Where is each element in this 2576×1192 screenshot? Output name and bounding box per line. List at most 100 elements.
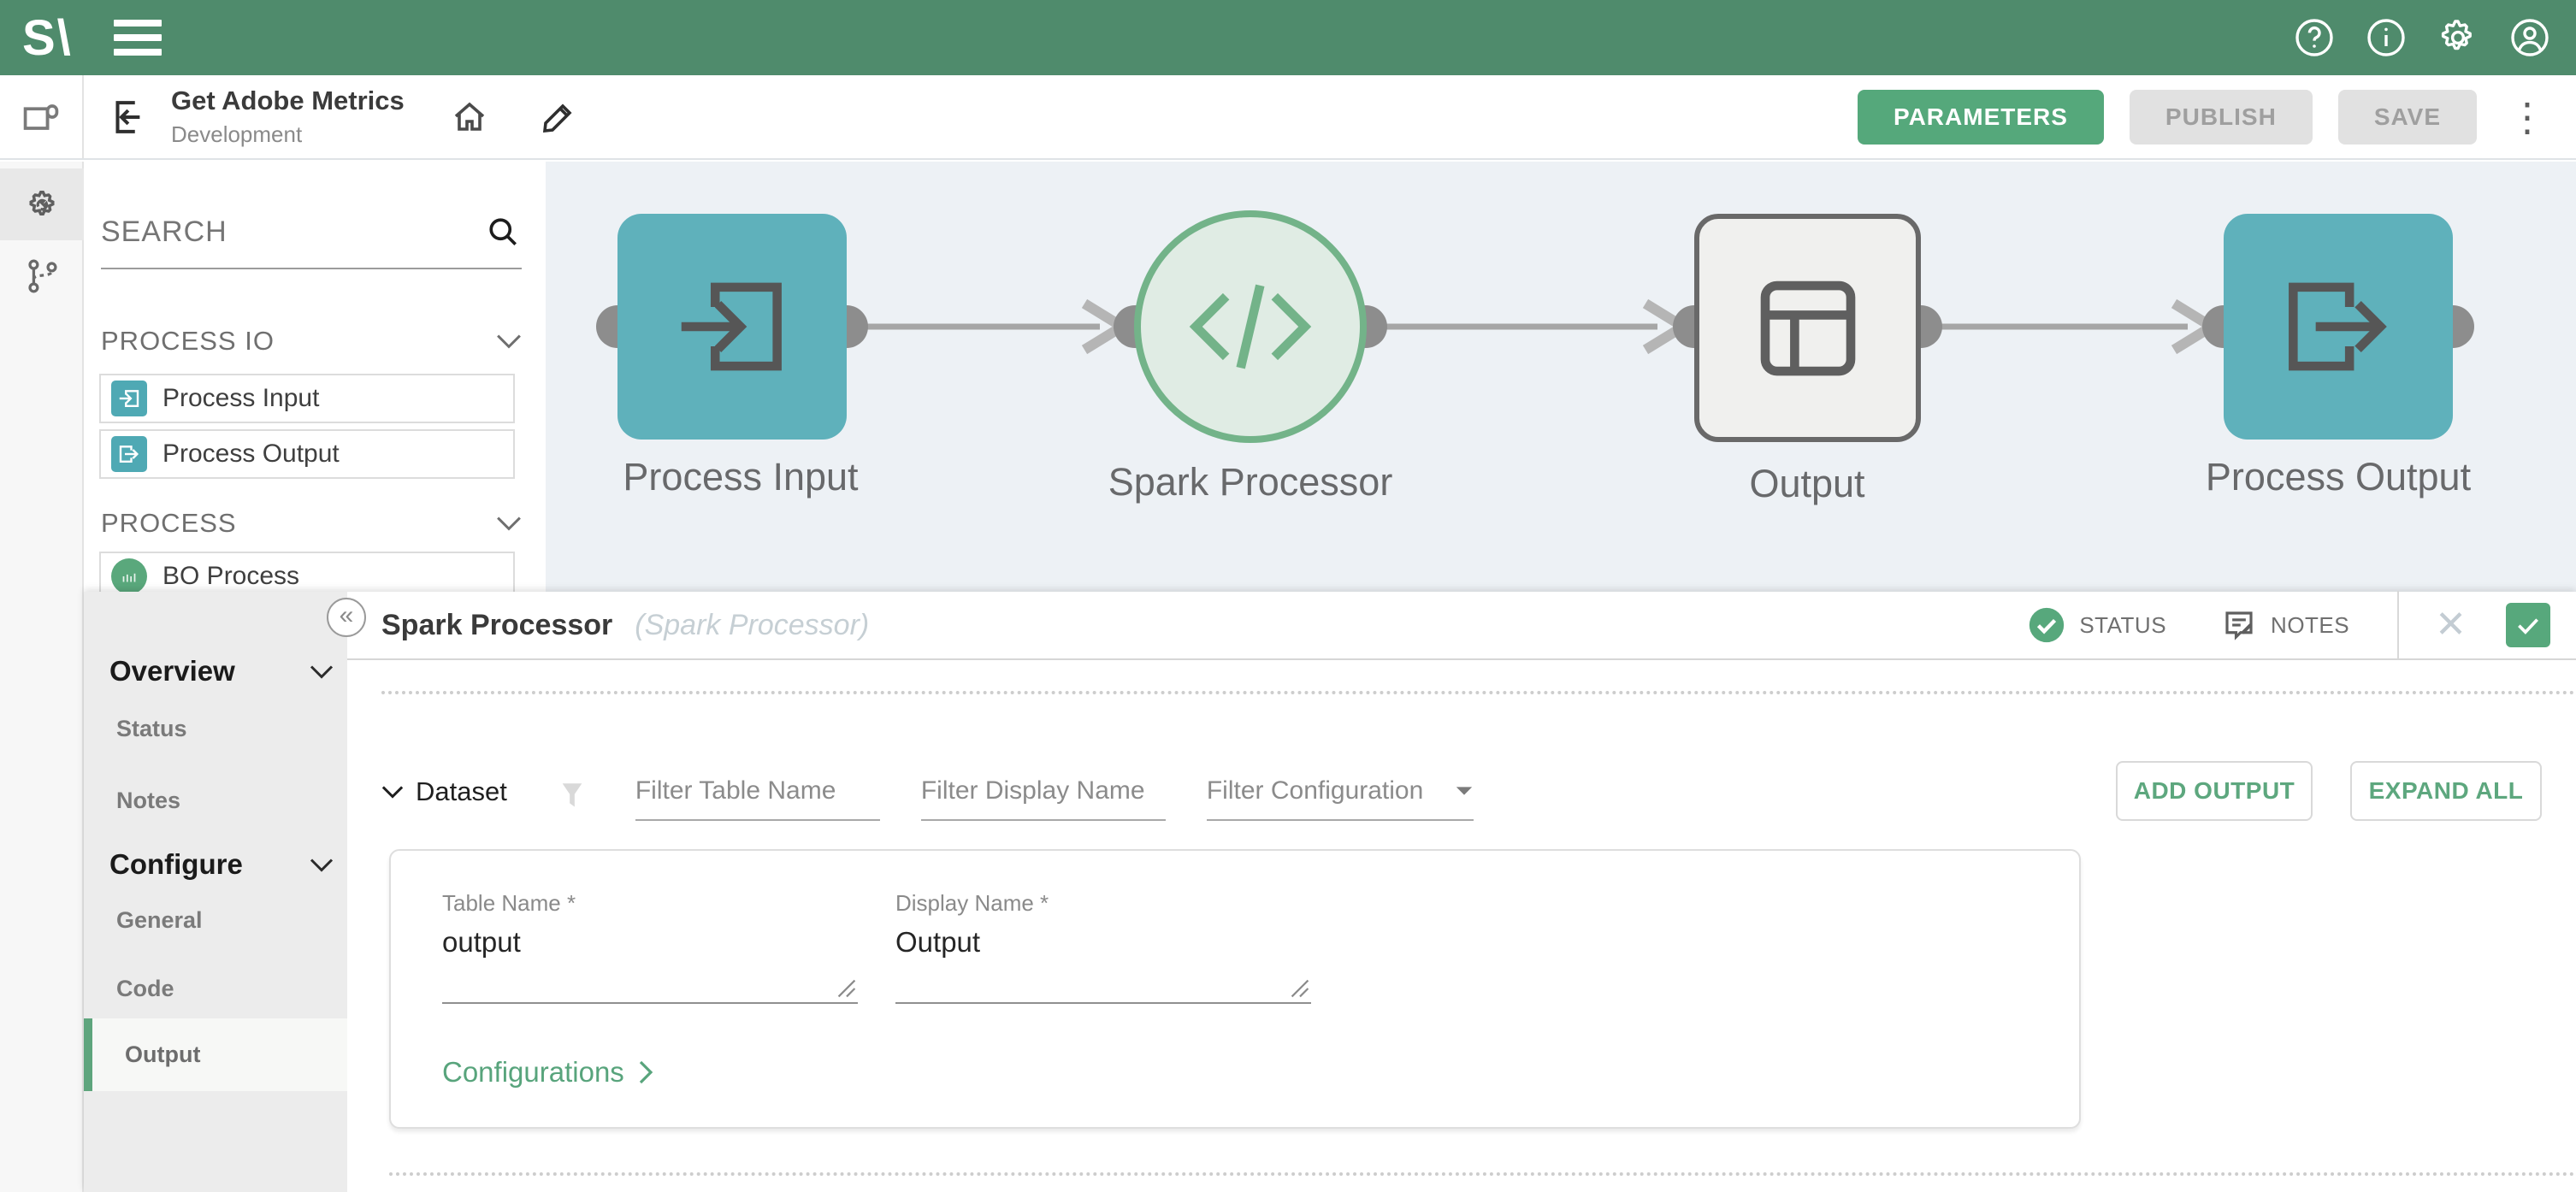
status-label: STATUS	[2079, 612, 2166, 639]
dataset-collapse-toggle[interactable]: Dataset	[381, 776, 507, 821]
dropdown-arrow-icon	[1455, 785, 1474, 797]
node-process-output[interactable]	[2224, 214, 2453, 440]
back-icon[interactable]	[106, 94, 152, 140]
filter-display-name-input[interactable]: Filter Display Name	[921, 776, 1166, 821]
configurations-link[interactable]: Configurations	[442, 1056, 653, 1089]
chevron-right-icon	[638, 1060, 653, 1084]
breadcrumb: Get Adobe Metrics Development	[106, 86, 579, 148]
stage-config-panel: Overview Status Notes Configure General …	[84, 592, 2576, 1192]
parameters-button[interactable]: PARAMETERS	[1858, 90, 2104, 145]
nav-label: Output	[125, 1042, 200, 1068]
topbar-actions	[2294, 17, 2550, 58]
account-icon[interactable]	[2509, 17, 2550, 58]
rail-header-cell	[0, 75, 84, 158]
header-divider	[2397, 591, 2399, 659]
table-name-label: Table Name *	[442, 890, 576, 917]
close-panel-icon[interactable]: ✕	[2435, 606, 2467, 644]
bo-process-icon	[111, 558, 147, 594]
nav-label: Configure	[109, 848, 243, 881]
palette-item-process-input[interactable]: Process Input	[99, 374, 515, 423]
node-process-input[interactable]	[617, 214, 847, 440]
node-label-process-output: Process Output	[2193, 454, 2484, 501]
config-panel-header: Spark Processor (Spark Processor) STATUS…	[347, 592, 2576, 660]
status-check-icon	[2028, 606, 2065, 644]
hamburger-menu-icon[interactable]	[114, 20, 162, 56]
rail-item-pipelines[interactable]	[0, 240, 84, 312]
nav-notes[interactable]: Notes	[116, 788, 180, 814]
pipeline-title: Get Adobe Metrics	[171, 86, 405, 116]
process-input-icon	[111, 381, 147, 416]
check-icon	[2514, 611, 2543, 640]
resize-grip-icon[interactable]	[1291, 979, 1309, 998]
palette-search-field[interactable]: SEARCH	[101, 213, 522, 269]
collapse-panel-icon[interactable]: «	[327, 598, 366, 637]
apply-check-button[interactable]	[2506, 603, 2550, 647]
palette-section-process[interactable]: PROCESS	[101, 508, 522, 539]
resize-grip-icon[interactable]	[837, 979, 856, 998]
palette-section-process-io[interactable]: PROCESS IO	[101, 326, 522, 357]
output-dataset-card: Table Name * output Display Name * Outpu…	[389, 849, 2081, 1129]
nav-code[interactable]: Code	[116, 976, 174, 1002]
palette-item-label: Process Output	[162, 440, 340, 469]
filter-table-name-input[interactable]: Filter Table Name	[635, 776, 880, 821]
scroll-icon[interactable]	[19, 95, 63, 139]
table-name-underline	[442, 1002, 858, 1004]
stage-type: (Spark Processor)	[635, 609, 869, 642]
table-name-value[interactable]: output	[442, 926, 521, 959]
edit-pencil-icon[interactable]	[538, 97, 579, 138]
nav-overview[interactable]: Overview	[109, 655, 334, 687]
node-output[interactable]	[1694, 214, 1921, 442]
node-label-process-input: Process Input	[595, 454, 886, 501]
filter-configuration-label: Filter Configuration	[1207, 776, 1423, 805]
chevron-down-icon	[496, 333, 522, 349]
config-panel-nav: Overview Status Notes Configure General …	[84, 592, 347, 1192]
home-icon[interactable]	[449, 97, 490, 138]
status-toggle[interactable]: STATUS	[2028, 606, 2166, 644]
nav-output-selected[interactable]: Output	[84, 1018, 347, 1091]
help-icon[interactable]	[2294, 17, 2335, 58]
filter-configuration-select[interactable]: Filter Configuration	[1207, 776, 1474, 821]
display-name-value[interactable]: Output	[895, 926, 980, 959]
rail-item-process-designer[interactable]	[0, 168, 84, 240]
stage-name: Spark Processor	[381, 609, 612, 642]
search-placeholder: SEARCH	[101, 215, 484, 249]
header-buttons: PARAMETERS PUBLISH SAVE ⋮	[1858, 90, 2552, 145]
nav-general[interactable]: General	[116, 907, 203, 934]
expand-all-button[interactable]: EXPAND ALL	[2350, 761, 2542, 821]
chevron-down-icon	[381, 785, 404, 799]
chevron-down-icon	[310, 858, 334, 872]
nav-configure[interactable]: Configure	[109, 848, 334, 881]
display-name-label: Display Name *	[895, 890, 1049, 917]
code-node-icon	[1178, 263, 1323, 391]
pipeline-header: Get Adobe Metrics Development PARAMETERS…	[0, 75, 2576, 160]
palette-item-process-output[interactable]: Process Output	[99, 429, 515, 479]
node-label-output: Output	[1662, 461, 1953, 508]
left-rail	[0, 162, 84, 1192]
process-input-node-icon	[665, 259, 800, 394]
section-label: PROCESS IO	[101, 326, 496, 357]
nav-status[interactable]: Status	[116, 716, 187, 742]
pipeline-editor: S\	[0, 0, 2576, 1192]
palette-item-label: Process Input	[162, 384, 319, 413]
publish-button[interactable]: PUBLISH	[2130, 90, 2313, 145]
app-logo: S\	[22, 9, 73, 67]
add-output-button[interactable]: ADD OUTPUT	[2116, 761, 2313, 821]
branch-icon	[22, 257, 62, 296]
save-button[interactable]: SAVE	[2338, 90, 2477, 145]
settings-icon[interactable]	[2437, 17, 2479, 58]
dataset-toolbar: Dataset Filter Table Name Filter Display…	[381, 761, 2542, 821]
palette-item-label: BO Process	[162, 562, 299, 591]
filter-funnel-icon	[557, 782, 588, 821]
gear-wrench-icon	[20, 182, 64, 227]
dashed-separator	[389, 1172, 2576, 1176]
search-icon	[484, 213, 522, 251]
node-spark-processor[interactable]	[1134, 210, 1367, 443]
top-app-bar: S\	[0, 0, 2576, 75]
notes-toggle[interactable]: NOTES	[2221, 607, 2349, 643]
display-name-underline	[895, 1002, 1311, 1004]
nav-label: Overview	[109, 655, 235, 687]
more-options-icon[interactable]: ⋮	[2502, 97, 2552, 137]
info-icon[interactable]	[2366, 17, 2407, 58]
table-node-icon	[1744, 264, 1872, 392]
chevron-down-icon	[310, 664, 334, 679]
